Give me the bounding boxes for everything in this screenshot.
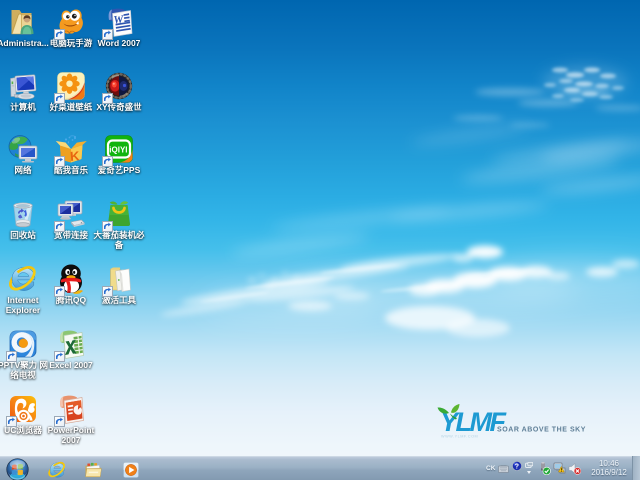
svg-text:SOAR ABOVE THE SKY: SOAR ABOVE THE SKY — [497, 427, 586, 434]
svg-text:K: K — [70, 148, 81, 164]
svg-text:?: ? — [515, 464, 519, 471]
svg-text:WWW.YLMF.COM: WWW.YLMF.COM — [441, 435, 478, 439]
svg-text:iQIYI: iQIYI — [109, 146, 127, 155]
